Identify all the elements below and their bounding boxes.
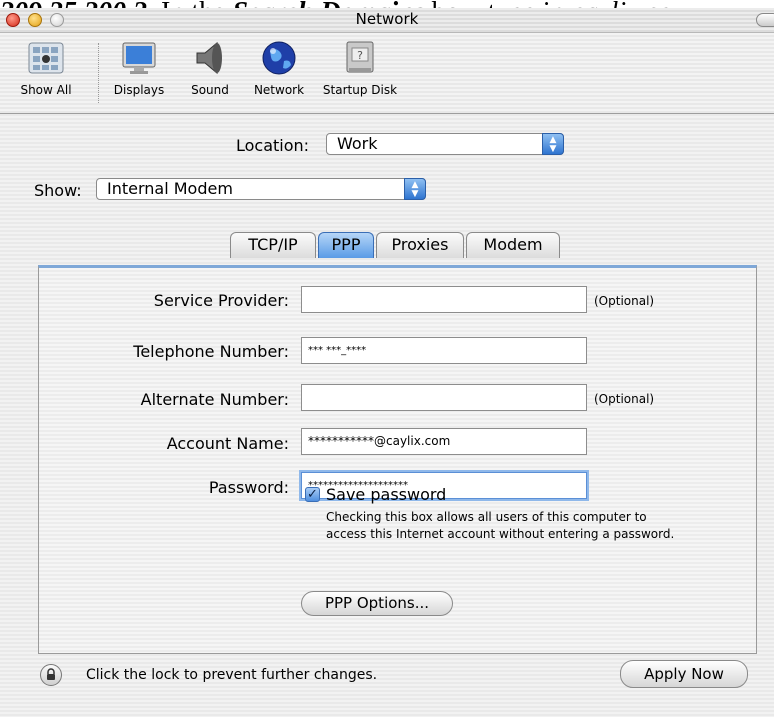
alternate-number-label: Alternate Number: — [140, 390, 289, 409]
tab-ppp[interactable]: PPP — [318, 232, 374, 258]
save-password-help-line2: access this Internet account without ent… — [326, 527, 675, 541]
toolbar-label-network: Network — [253, 83, 305, 97]
lock-icon — [47, 668, 55, 680]
tab-bar: TCP/IP PPP Proxies Modem — [230, 232, 570, 258]
sound-icon — [191, 39, 229, 77]
show-popup[interactable]: Internal Modem ▲ ▼ — [96, 178, 426, 200]
lock-message: Click the lock to prevent further change… — [86, 667, 378, 683]
tab-modem[interactable]: Modem — [466, 232, 560, 258]
toolbar-label-displays: Displays — [113, 83, 165, 97]
svg-text:?: ? — [357, 49, 363, 62]
network-window: Network Show All Displays Sound Network … — [0, 8, 774, 717]
startup-disk-icon: ? — [341, 39, 379, 77]
checkmark-icon: ✓ — [307, 487, 318, 502]
show-label: Show: — [34, 181, 82, 200]
toolbar-label-startup-disk: Startup Disk — [322, 83, 398, 97]
ppp-options-button[interactable]: PPP Options... — [301, 591, 453, 616]
toolbar-network[interactable]: Network — [246, 39, 312, 97]
location-value: Work — [337, 134, 378, 153]
toolbar-separator — [98, 43, 100, 103]
toolbar-startup-disk[interactable]: ? Startup Disk — [318, 39, 402, 97]
save-password-help-line1: Checking this box allows all users of th… — [326, 510, 647, 524]
save-password-checkbox[interactable]: ✓ — [305, 487, 320, 502]
telephone-number-field[interactable]: *** ***_**** — [301, 337, 587, 364]
location-popup[interactable]: Work ▲ ▼ — [326, 133, 564, 155]
service-provider-label: Service Provider: — [153, 291, 289, 310]
toolbar: Show All Displays Sound Network ? Startu… — [0, 33, 774, 114]
title-bar[interactable]: Network — [0, 8, 774, 33]
window-title: Network — [355, 10, 419, 28]
show-value: Internal Modem — [107, 179, 233, 198]
alternate-number-field[interactable] — [301, 384, 587, 411]
account-name-field[interactable]: ***********@caylix.com — [301, 428, 587, 455]
location-label: Location: — [236, 136, 310, 155]
tab-tcpip[interactable]: TCP/IP — [230, 232, 316, 258]
toolbar-displays[interactable]: Displays — [102, 39, 176, 97]
toolbar-label-show-all: Show All — [20, 83, 72, 97]
apply-now-button[interactable]: Apply Now — [620, 660, 748, 688]
popup-arrows-icon: ▲ ▼ — [542, 133, 564, 155]
password-label: Password: — [208, 478, 289, 497]
toolbar-show-all[interactable]: Show All — [0, 39, 92, 97]
save-password-label[interactable]: Save password — [326, 485, 446, 504]
displays-icon — [120, 39, 158, 77]
network-globe-icon — [260, 39, 298, 77]
toolbar-sound[interactable]: Sound — [182, 39, 238, 97]
lock-button[interactable] — [40, 664, 62, 686]
alternate-number-optional-note: (Optional) — [594, 392, 655, 406]
popup-arrows-icon: ▲ ▼ — [404, 178, 426, 200]
service-provider-field[interactable] — [301, 286, 587, 313]
service-provider-optional-note: (Optional) — [594, 294, 655, 308]
tab-proxies[interactable]: Proxies — [376, 232, 464, 258]
toolbar-label-sound: Sound — [191, 83, 229, 97]
show-all-icon — [27, 39, 65, 77]
account-name-label: Account Name: — [166, 434, 289, 453]
toolbar-toggle-button[interactable] — [756, 13, 774, 27]
telephone-number-label: Telephone Number: — [133, 342, 289, 361]
